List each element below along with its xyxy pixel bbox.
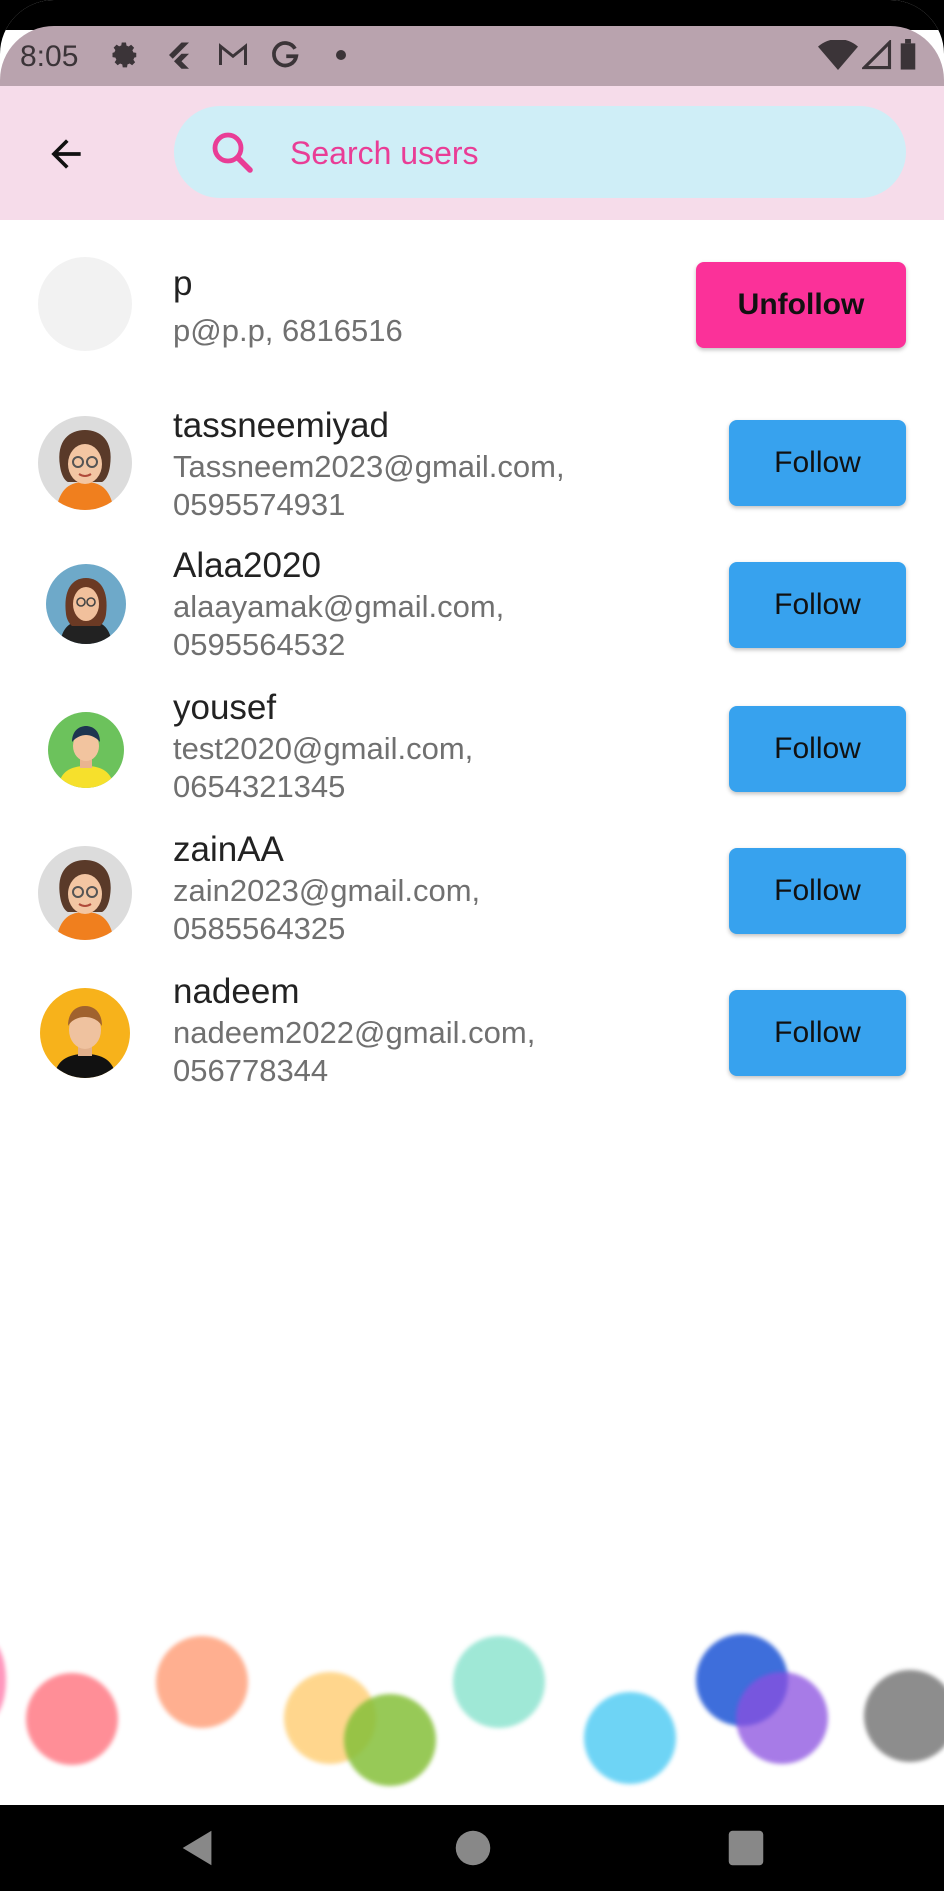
list-item: nadeem nadeem2022@gmail.com, 056778344 F…	[0, 968, 944, 1108]
unfollow-button[interactable]: Unfollow	[696, 262, 906, 348]
decor-dot	[344, 1694, 436, 1786]
decor-dot	[736, 1672, 828, 1764]
decor-dot	[0, 1640, 6, 1720]
list-item: Alaa2020 alaayamak@gmail.com, 0595564532…	[0, 542, 944, 682]
user-details: nadeem2022@gmail.com, 056778344	[173, 1015, 536, 1088]
decor-dot	[584, 1692, 676, 1784]
decorative-dots	[0, 1600, 944, 1800]
follow-button[interactable]: Follow	[729, 848, 906, 934]
back-button[interactable]	[40, 128, 92, 180]
nav-home-button[interactable]	[450, 1825, 496, 1871]
decor-dot	[26, 1673, 118, 1765]
app-screen: 8:05 Search users p p@p.p, 6816516 Unfol…	[0, 0, 944, 1891]
status-bar: 8:05	[0, 26, 944, 86]
google-icon	[270, 40, 300, 70]
search-input[interactable]	[288, 124, 872, 182]
nav-back-button[interactable]	[175, 1825, 221, 1871]
wifi-icon	[818, 40, 858, 70]
user-details: zain2023@gmail.com, 0585564325	[173, 873, 481, 946]
user-details: test2020@gmail.com, 0654321345	[173, 731, 474, 804]
avatar	[38, 257, 132, 351]
back-triangle-icon	[182, 1830, 212, 1866]
decor-dot	[453, 1636, 545, 1728]
avatar	[40, 988, 130, 1078]
decor-dot	[156, 1636, 248, 1728]
search-icon	[212, 132, 253, 173]
avatar	[46, 564, 126, 644]
gear-icon	[110, 40, 140, 70]
list-item: p p@p.p, 6816516 Unfollow	[0, 240, 944, 370]
status-time: 8:05	[20, 40, 79, 73]
gmail-icon	[218, 40, 248, 70]
system-nav-bar	[0, 1805, 944, 1891]
user-name: tassneemiyad	[173, 406, 389, 445]
nav-recents-button[interactable]	[723, 1825, 769, 1871]
arrow-left-icon	[51, 139, 81, 169]
follow-button[interactable]: Follow	[729, 420, 906, 506]
dot-icon	[326, 40, 356, 70]
avatar	[38, 416, 132, 510]
list-item: yousef test2020@gmail.com, 0654321345 Fo…	[0, 684, 944, 824]
follow-button[interactable]: Follow	[729, 706, 906, 792]
user-name: Alaa2020	[173, 546, 321, 585]
user-name: nadeem	[173, 972, 300, 1011]
follow-button[interactable]: Follow	[729, 562, 906, 648]
user-details: p@p.p, 6816516	[173, 313, 403, 348]
search-bar[interactable]	[174, 106, 906, 198]
list-item: tassneemiyad Tassneem2023@gmail.com, 059…	[0, 400, 944, 540]
user-name: p	[173, 264, 193, 303]
user-name: zainAA	[173, 830, 284, 869]
follow-button[interactable]: Follow	[729, 990, 906, 1076]
avatar	[48, 712, 124, 788]
app-bar	[0, 86, 944, 220]
user-name: yousef	[173, 688, 277, 727]
decor-dot	[864, 1670, 944, 1762]
battery-icon	[898, 39, 918, 70]
user-details: Tassneem2023@gmail.com, 0595574931	[173, 449, 565, 522]
flutter-icon	[164, 40, 194, 70]
home-circle-icon	[455, 1830, 491, 1866]
list-item: zainAA zain2023@gmail.com, 0585564325 Fo…	[0, 826, 944, 966]
signal-icon	[862, 40, 892, 70]
avatar	[38, 846, 132, 940]
user-details: alaayamak@gmail.com, 0595564532	[173, 589, 505, 662]
recents-square-icon	[728, 1830, 764, 1866]
